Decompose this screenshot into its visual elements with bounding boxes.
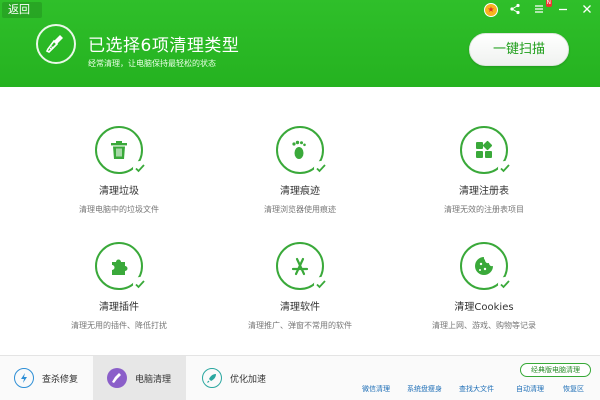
classic-clean-button[interactable]: 经典版电脑清理 [520,363,591,377]
check-icon [314,277,328,291]
footprint-icon [276,126,328,175]
cookie-icon [460,242,512,291]
item-desc: 清理浏览器使用痕迹 [264,205,336,214]
tab-label: 优化加速 [230,374,267,385]
app-store-icon [276,242,328,291]
clean-item-software[interactable]: 清理软件 清理推广、弹窗不常用的软件 [210,242,390,331]
one-click-scan-button[interactable]: 一键扫描 [469,33,569,66]
share-icon[interactable] [508,3,522,17]
notification-badge: N [545,0,552,7]
tab-virus-repair[interactable]: 查杀修复 [0,356,93,400]
back-button[interactable]: 返回 [2,2,42,18]
item-title: 清理注册表 [459,186,509,197]
check-icon [133,161,147,175]
header-title: 已选择6项清理类型 [88,36,240,56]
medal-icon[interactable]: ★ [484,3,498,17]
link-find-large-files[interactable]: 查找大文件 [459,384,494,394]
check-icon [498,161,512,175]
link-system-slim[interactable]: 系统盘瘦身 [407,384,442,394]
item-title: 清理Cookies [454,302,514,313]
item-desc: 清理推广、弹窗不常用的软件 [248,321,352,330]
footer-bar: 查杀修复 电脑清理 优化加速 [0,356,600,400]
item-desc: 清理上网、游戏、购物等记录 [432,321,536,330]
tab-pc-clean[interactable]: 电脑清理 [93,356,186,400]
window-controls: ★ N [484,0,594,17]
header-banner: 返回 ★ N 已选择6项清理类型 经常清理，让电脑保持最轻松的状态 一键扫描 [0,0,600,87]
link-recovery[interactable]: 恢复区 [563,384,584,394]
broom-icon [107,368,127,388]
item-title: 清理软件 [280,302,320,313]
item-title: 清理插件 [99,302,139,313]
tab-label: 电脑清理 [135,374,172,385]
puzzle-icon [95,242,147,291]
shield-bolt-icon [14,368,34,388]
item-desc: 清理电脑中的垃圾文件 [79,205,159,214]
registry-icon [460,126,512,175]
tab-optimize[interactable]: 优化加速 [186,356,279,400]
item-desc: 清理无用的插件、降低打扰 [71,321,167,330]
clean-item-trash[interactable]: 清理垃圾 清理电脑中的垃圾文件 [29,126,209,215]
close-icon[interactable] [580,3,594,17]
clean-item-registry[interactable]: 清理注册表 清理无效的注册表项目 [394,126,574,215]
check-icon [133,277,147,291]
minimize-icon[interactable] [556,3,570,17]
item-title: 清理痕迹 [280,186,320,197]
trash-icon [95,126,147,175]
clean-item-cookies[interactable]: 清理Cookies 清理上网、游戏、购物等记录 [394,242,574,331]
check-icon [498,277,512,291]
link-wechat-clean[interactable]: 微信清理 [362,384,390,394]
clean-item-plugins[interactable]: 清理插件 清理无用的插件、降低打扰 [29,242,209,331]
clean-item-traces[interactable]: 清理痕迹 清理浏览器使用痕迹 [210,126,390,215]
item-desc: 清理无效的注册表项目 [444,205,524,214]
link-auto-clean[interactable]: 自动清理 [516,384,544,394]
header-subtitle: 经常清理，让电脑保持最轻松的状态 [88,59,216,68]
item-title: 清理垃圾 [99,186,139,197]
tab-label: 查杀修复 [42,374,79,385]
menu-icon[interactable]: N [532,0,552,17]
broom-icon [36,24,76,64]
check-icon [314,161,328,175]
rocket-icon [202,368,222,388]
